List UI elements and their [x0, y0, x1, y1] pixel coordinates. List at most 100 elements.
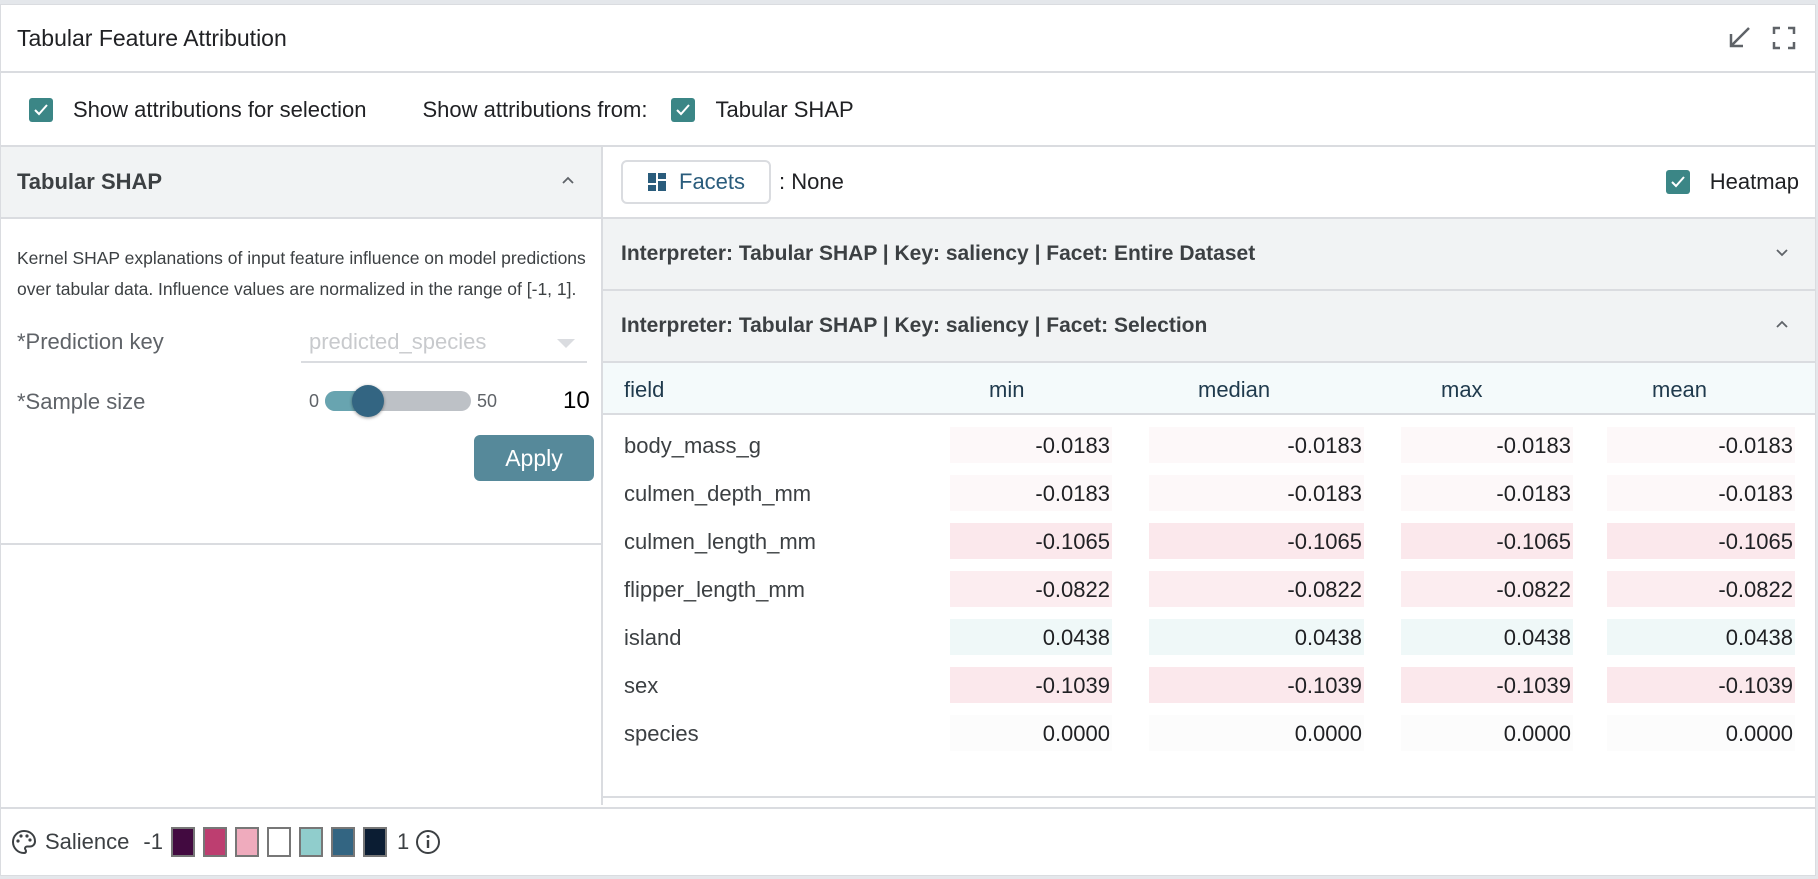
group-selection-title: Interpreter: Tabular SHAP | Key: salienc…	[621, 314, 1208, 337]
slider-thumb[interactable]	[352, 385, 385, 417]
attribution-value: 0.0438	[950, 619, 1112, 655]
attribution-value: -0.0822	[1607, 571, 1795, 607]
sample-size-label: *Sample size	[17, 389, 146, 414]
attribution-value: -0.1065	[1607, 523, 1795, 559]
column-header[interactable]: min	[989, 377, 1024, 403]
results-toolbar: Facets : None Heatmap	[603, 147, 1815, 219]
attribution-value: -0.1039	[1149, 667, 1364, 703]
attribution-table: field min median max mean body_mass_g -0.…	[603, 363, 1815, 757]
column-header[interactable]: field	[624, 377, 664, 403]
slider-max: 50	[477, 391, 498, 411]
divider	[603, 796, 1815, 798]
apply-button[interactable]: Apply	[474, 435, 594, 481]
group-entire-dataset-title: Interpreter: Tabular SHAP | Key: salienc…	[621, 242, 1256, 265]
attribution-value: -0.0822	[950, 571, 1112, 607]
table-row[interactable]: flipper_length_mm -0.0822 -0.0822 -0.0822 -0…	[603, 565, 1815, 613]
attribution-value: 0.0438	[1401, 619, 1573, 655]
column-header[interactable]: max	[1441, 377, 1483, 403]
attribution-value: -0.0183	[1149, 427, 1364, 463]
attribution-value: -0.1065	[1149, 523, 1364, 559]
field-name: culmen_length_mm	[624, 529, 816, 554]
interpreter-panel: Tabular SHAP Kernel SHAP explanations of…	[1, 147, 603, 805]
attribution-value: 0.0000	[1401, 715, 1573, 751]
field-name: culmen_depth_mm	[624, 481, 812, 506]
facets-button[interactable]: Facets	[621, 160, 772, 204]
salience-min: -1	[143, 829, 163, 854]
field-name: flipper_length_mm	[624, 577, 805, 602]
tabular-shap-checkbox[interactable]	[671, 98, 696, 122]
salience-swatch	[202, 827, 227, 857]
table-row[interactable]: culmen_length_mm -0.1065 -0.1065 -0.1065 -0.…	[603, 517, 1815, 565]
attribution-value: -0.1065	[950, 523, 1112, 559]
attribution-value: 0.0000	[1149, 715, 1364, 751]
show-selection-checkbox[interactable]	[29, 98, 53, 122]
heatmap-label: Heatmap	[1709, 169, 1799, 194]
group-entire-dataset[interactable]: Interpreter: Tabular SHAP | Key: salienc…	[603, 219, 1815, 291]
interpreter-header[interactable]: Tabular SHAP	[1, 147, 601, 219]
prediction-key-value: predicted_species	[309, 329, 487, 354]
sample-size-value: 10	[563, 387, 590, 414]
interpreter-form: *Prediction key predicted_species *Sampl…	[1, 305, 601, 545]
attribution-value: -0.0822	[1149, 571, 1364, 607]
module-title: Tabular Feature Attribution	[17, 24, 287, 51]
show-from-label: Show attributions from:	[422, 97, 648, 122]
field-name: sex	[624, 673, 659, 698]
attribution-value: -0.0183	[950, 475, 1112, 511]
dashboard-icon	[648, 173, 666, 191]
table-row[interactable]: body_mass_g -0.0183 -0.0183 -0.0183 -0.0183	[603, 421, 1815, 469]
prediction-key-select[interactable]: predicted_species	[301, 323, 587, 363]
salience-swatch	[298, 827, 323, 857]
attribution-value: -0.1065	[1401, 523, 1573, 559]
attribution-value: 0.0438	[1607, 619, 1795, 655]
salience-label: Salience	[45, 829, 130, 854]
salience-swatch	[266, 827, 291, 857]
attribution-module: Tabular Feature Attribution Show attribu…	[0, 4, 1816, 876]
table-row[interactable]: island 0.0438 0.0438 0.0438 0.0438	[603, 613, 1815, 661]
options-row: Show attributions for selection Show att…	[1, 75, 1815, 147]
attribution-value: 0.0438	[1149, 619, 1364, 655]
interpreter-description: Kernel SHAP explanations of input featur…	[17, 248, 586, 299]
attribution-value: -0.1039	[950, 667, 1112, 703]
salience-swatch	[234, 827, 259, 857]
column-header[interactable]: median	[1198, 377, 1270, 403]
sample-size-slider[interactable]	[325, 385, 471, 417]
results-panel: Facets : None Heatmap Interpreter: Tabul…	[603, 147, 1815, 805]
column-header[interactable]: mean	[1652, 377, 1707, 403]
table-header: field min median max mean	[603, 363, 1815, 415]
field-name: island	[624, 625, 682, 650]
salience-swatch	[330, 827, 355, 857]
attribution-value: -0.0183	[1401, 427, 1573, 463]
attribution-value: -0.0183	[1149, 475, 1364, 511]
field-name: species	[624, 721, 699, 746]
attribution-value: -0.0822	[1401, 571, 1573, 607]
salience-swatch	[170, 827, 195, 857]
module-titlebar: Tabular Feature Attribution	[1, 5, 1815, 73]
group-selection[interactable]: Interpreter: Tabular SHAP | Key: salienc…	[603, 291, 1815, 363]
attribution-value: -0.1039	[1607, 667, 1795, 703]
table-row[interactable]: culmen_depth_mm -0.0183 -0.0183 -0.0183 -0.0…	[603, 469, 1815, 517]
slider-min: 0	[309, 391, 320, 411]
tabular-shap-label: Tabular SHAP	[715, 97, 854, 122]
salience-swatch	[362, 827, 387, 857]
field-name: body_mass_g	[624, 433, 761, 458]
fullscreen-icon[interactable]	[1771, 25, 1797, 51]
attribution-value: 0.0000	[1607, 715, 1795, 751]
salience-max: 1	[396, 829, 410, 854]
table-row[interactable]: species 0.0000 0.0000 0.0000 0.0000	[603, 709, 1815, 757]
show-selection-label: Show attributions for selection	[73, 97, 367, 122]
heatmap-checkbox[interactable]	[1665, 170, 1690, 194]
attribution-value: -0.1039	[1401, 667, 1573, 703]
attribution-value: -0.0183	[1607, 475, 1795, 511]
facets-value: : None	[779, 169, 844, 194]
minimize-icon[interactable]	[1727, 25, 1753, 51]
chevron-up-icon[interactable]	[1775, 317, 1789, 331]
salience-legend: Salience -1 1	[1, 807, 1815, 875]
chevron-up-icon[interactable]	[561, 173, 575, 187]
palette-icon[interactable]	[11, 829, 37, 855]
chevron-down-icon[interactable]	[1775, 245, 1789, 259]
facets-label: Facets	[679, 169, 746, 194]
dropdown-arrow-icon	[557, 339, 575, 348]
info-icon[interactable]	[415, 829, 441, 855]
interpreter-title: Tabular SHAP	[17, 169, 163, 194]
table-row[interactable]: sex -0.1039 -0.1039 -0.1039 -0.1039	[603, 661, 1815, 709]
